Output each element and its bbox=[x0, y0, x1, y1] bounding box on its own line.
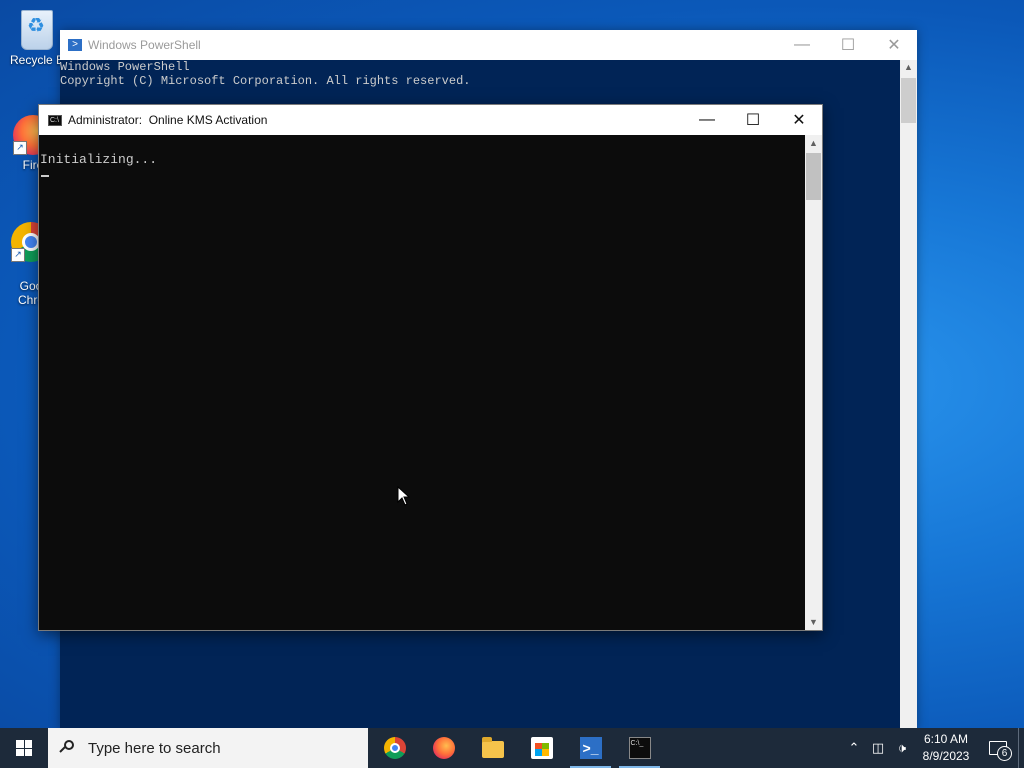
minimize-button[interactable]: — bbox=[684, 105, 730, 135]
show-desktop-button[interactable] bbox=[1018, 728, 1024, 768]
chrome-icon bbox=[383, 737, 406, 759]
cmd-window[interactable]: C:\ Administrator: Online KMS Activation… bbox=[38, 104, 823, 631]
cmd-titlebar[interactable]: C:\ Administrator: Online KMS Activation… bbox=[39, 105, 822, 135]
clock-date: 8/9/2023 bbox=[922, 749, 970, 763]
window-title: Administrator: Online KMS Activation bbox=[68, 113, 268, 127]
taskbar-powershell[interactable]: >_ bbox=[566, 728, 615, 768]
text-cursor bbox=[41, 175, 49, 177]
maximize-button[interactable]: ☐ bbox=[825, 30, 871, 60]
cmd-console[interactable]: Initializing... bbox=[39, 135, 805, 630]
powershell-titlebar[interactable]: > Windows PowerShell — ☐ ✕ bbox=[60, 30, 917, 60]
close-button[interactable]: ✕ bbox=[776, 105, 822, 135]
action-center-button[interactable]: 6 bbox=[978, 728, 1018, 768]
recycle-bin-icon bbox=[21, 10, 53, 50]
close-button[interactable]: ✕ bbox=[871, 30, 917, 60]
powershell-icon: >_ bbox=[579, 737, 602, 759]
search-placeholder: Type here to search bbox=[88, 739, 221, 757]
vertical-scrollbar[interactable]: ▲ ▼ bbox=[805, 135, 822, 630]
taskbar-store[interactable] bbox=[517, 728, 566, 768]
minimize-button[interactable]: — bbox=[779, 30, 825, 60]
vertical-scrollbar[interactable]: ▲ bbox=[900, 60, 917, 730]
network-icon[interactable]: ◫ bbox=[866, 740, 890, 756]
microsoft-store-icon bbox=[530, 737, 553, 759]
scrollbar-thumb[interactable] bbox=[806, 153, 821, 200]
console-line: Windows PowerShell bbox=[60, 60, 190, 74]
taskbar: Type here to search >_ C:\_ ⌃ ◫ 🕩 6:10 A… bbox=[0, 728, 1024, 768]
chevron-up-icon[interactable]: ⌃ bbox=[842, 740, 866, 756]
command-prompt-icon: C:\_ bbox=[628, 737, 651, 759]
notification-badge: 6 bbox=[997, 746, 1012, 761]
firefox-icon bbox=[432, 737, 455, 759]
clock[interactable]: 6:10 AM 8/9/2023 bbox=[914, 731, 978, 765]
clock-time: 6:10 AM bbox=[923, 732, 969, 746]
system-tray: ⌃ ◫ 🕩 6:10 AM 8/9/2023 6 bbox=[842, 728, 1024, 768]
search-icon bbox=[60, 740, 76, 756]
taskbar-apps: >_ C:\_ bbox=[370, 728, 664, 768]
console-line: Copyright (C) Microsoft Corporation. All… bbox=[60, 74, 471, 88]
start-button[interactable] bbox=[0, 728, 48, 768]
taskbar-chrome[interactable] bbox=[370, 728, 419, 768]
scrollbar-thumb[interactable] bbox=[901, 78, 916, 123]
console-line: Initializing... bbox=[40, 152, 158, 167]
windows-logo-icon bbox=[16, 740, 32, 756]
search-box[interactable]: Type here to search bbox=[48, 728, 368, 768]
scroll-up-icon[interactable]: ▲ bbox=[900, 62, 917, 72]
volume-icon[interactable]: 🕩 bbox=[890, 740, 914, 756]
powershell-icon: > bbox=[68, 39, 82, 51]
shortcut-arrow-icon: ↗ bbox=[11, 248, 25, 262]
scroll-up-icon[interactable]: ▲ bbox=[805, 138, 822, 148]
file-explorer-icon bbox=[481, 737, 504, 758]
taskbar-file-explorer[interactable] bbox=[468, 728, 517, 768]
command-prompt-icon: C:\ bbox=[48, 114, 62, 126]
taskbar-firefox[interactable] bbox=[419, 728, 468, 768]
scroll-down-icon[interactable]: ▼ bbox=[805, 617, 822, 627]
maximize-button[interactable]: ☐ bbox=[730, 105, 776, 135]
window-title: Windows PowerShell bbox=[88, 38, 201, 52]
taskbar-command-prompt[interactable]: C:\_ bbox=[615, 728, 664, 768]
shortcut-arrow-icon: ↗ bbox=[13, 141, 27, 155]
